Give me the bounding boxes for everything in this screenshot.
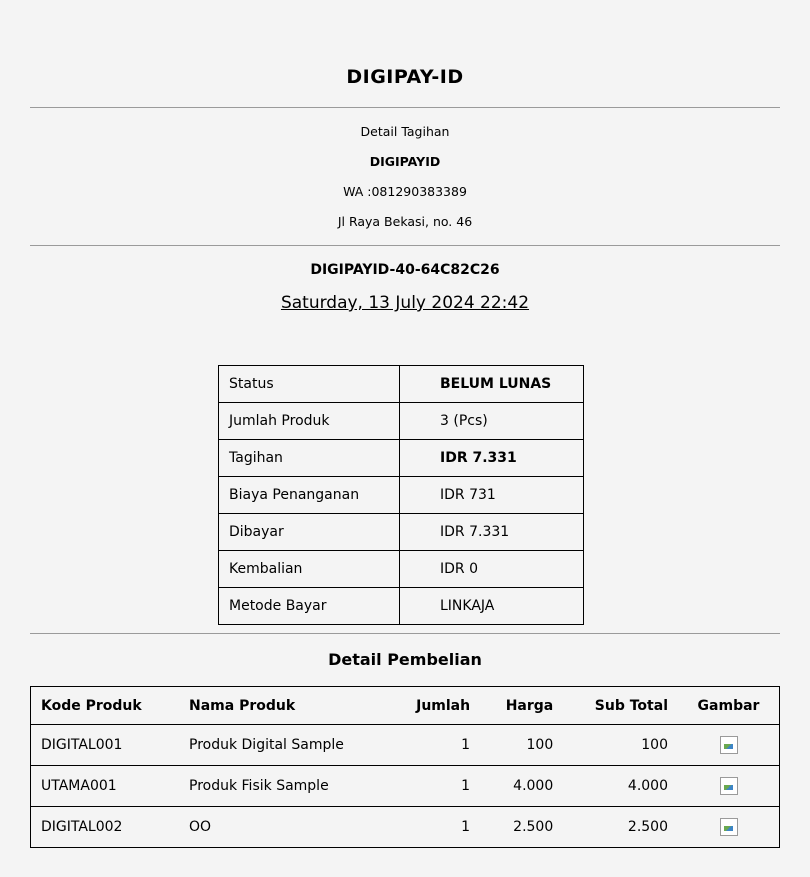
summary-row: Dibayar IDR 7.331 — [218, 513, 584, 551]
divider — [30, 107, 780, 108]
summary-value: IDR 7.331 — [399, 513, 584, 551]
summary-row: Biaya Penanganan IDR 731 — [218, 476, 584, 514]
product-qty: 1 — [389, 765, 481, 807]
payment-method-value: LINKAJA — [399, 587, 584, 625]
summary-row: Jumlah Produk 3 (Pcs) — [218, 402, 584, 440]
invoice-subtitle: Detail Tagihan — [360, 124, 450, 139]
broken-image-icon[interactable] — [719, 777, 738, 795]
broken-image-icon[interactable] — [719, 736, 738, 754]
divider — [30, 633, 780, 634]
product-name: Produk Digital Sample — [179, 724, 389, 766]
store-whatsapp: WA :081290383389 — [343, 184, 467, 199]
product-image-cell — [678, 724, 780, 766]
page-title: DIGIPAY-ID — [346, 66, 464, 88]
status-value: BELUM LUNAS — [399, 365, 584, 403]
product-subtotal: 4.000 — [563, 765, 678, 807]
summary-row: Kembalian IDR 0 — [218, 550, 584, 588]
invoice-id: DIGIPAYID-40-64C82C26 — [310, 262, 500, 278]
summary-value: IDR 731 — [399, 476, 584, 514]
table-row: DIGITAL002 OO 1 2.500 2.500 — [30, 806, 780, 848]
summary-label: Metode Bayar — [218, 587, 400, 625]
column-header: Harga — [480, 686, 564, 725]
table-header-row: Kode Produk Nama Produk Jumlah Harga Sub… — [30, 686, 780, 725]
product-name: OO — [179, 806, 389, 848]
product-code: DIGITAL001 — [30, 724, 179, 766]
invoice-datetime: Saturday, 13 July 2024 22:42 — [280, 293, 530, 313]
product-image-cell — [678, 765, 780, 807]
column-header: Kode Produk — [30, 686, 179, 725]
summary-value: 3 (Pcs) — [399, 402, 584, 440]
store-name: DIGIPAYID — [369, 154, 441, 169]
summary-row: Tagihan IDR 7.331 — [218, 439, 584, 477]
summary-row: Status BELUM LUNAS — [218, 365, 584, 403]
product-subtotal: 100 — [563, 724, 678, 766]
product-price: 4.000 — [480, 765, 564, 807]
summary-label: Biaya Penanganan — [218, 476, 400, 514]
summary-row: Metode Bayar LINKAJA — [218, 587, 584, 625]
purchase-section-title: Detail Pembelian — [328, 650, 482, 669]
broken-image-icon[interactable] — [719, 818, 738, 836]
product-subtotal: 2.500 — [563, 806, 678, 848]
column-header: Gambar — [678, 686, 780, 725]
table-row: UTAMA001 Produk Fisik Sample 1 4.000 4.0… — [30, 765, 780, 807]
summary-label: Kembalian — [218, 550, 400, 588]
summary-label: Jumlah Produk — [218, 402, 400, 440]
product-price: 2.500 — [480, 806, 564, 848]
product-image-cell — [678, 806, 780, 848]
column-header: Nama Produk — [179, 686, 389, 725]
purchase-table: Kode Produk Nama Produk Jumlah Harga Sub… — [30, 686, 780, 848]
product-code: UTAMA001 — [30, 765, 179, 807]
product-code: DIGITAL002 — [30, 806, 179, 848]
product-price: 100 — [480, 724, 564, 766]
bill-amount: IDR 7.331 — [399, 439, 584, 477]
product-qty: 1 — [389, 806, 481, 848]
summary-label: Tagihan — [218, 439, 400, 477]
product-name: Produk Fisik Sample — [179, 765, 389, 807]
divider — [30, 245, 780, 246]
summary-label: Status — [218, 365, 400, 403]
summary-value: IDR 0 — [399, 550, 584, 588]
column-header: Jumlah — [389, 686, 481, 725]
product-qty: 1 — [389, 724, 481, 766]
column-header: Sub Total — [563, 686, 678, 725]
summary-label: Dibayar — [218, 513, 400, 551]
summary-table: Status BELUM LUNAS Jumlah Produk 3 (Pcs)… — [218, 365, 584, 625]
table-row: DIGITAL001 Produk Digital Sample 1 100 1… — [30, 724, 780, 766]
store-address: Jl Raya Bekasi, no. 46 — [337, 214, 473, 229]
